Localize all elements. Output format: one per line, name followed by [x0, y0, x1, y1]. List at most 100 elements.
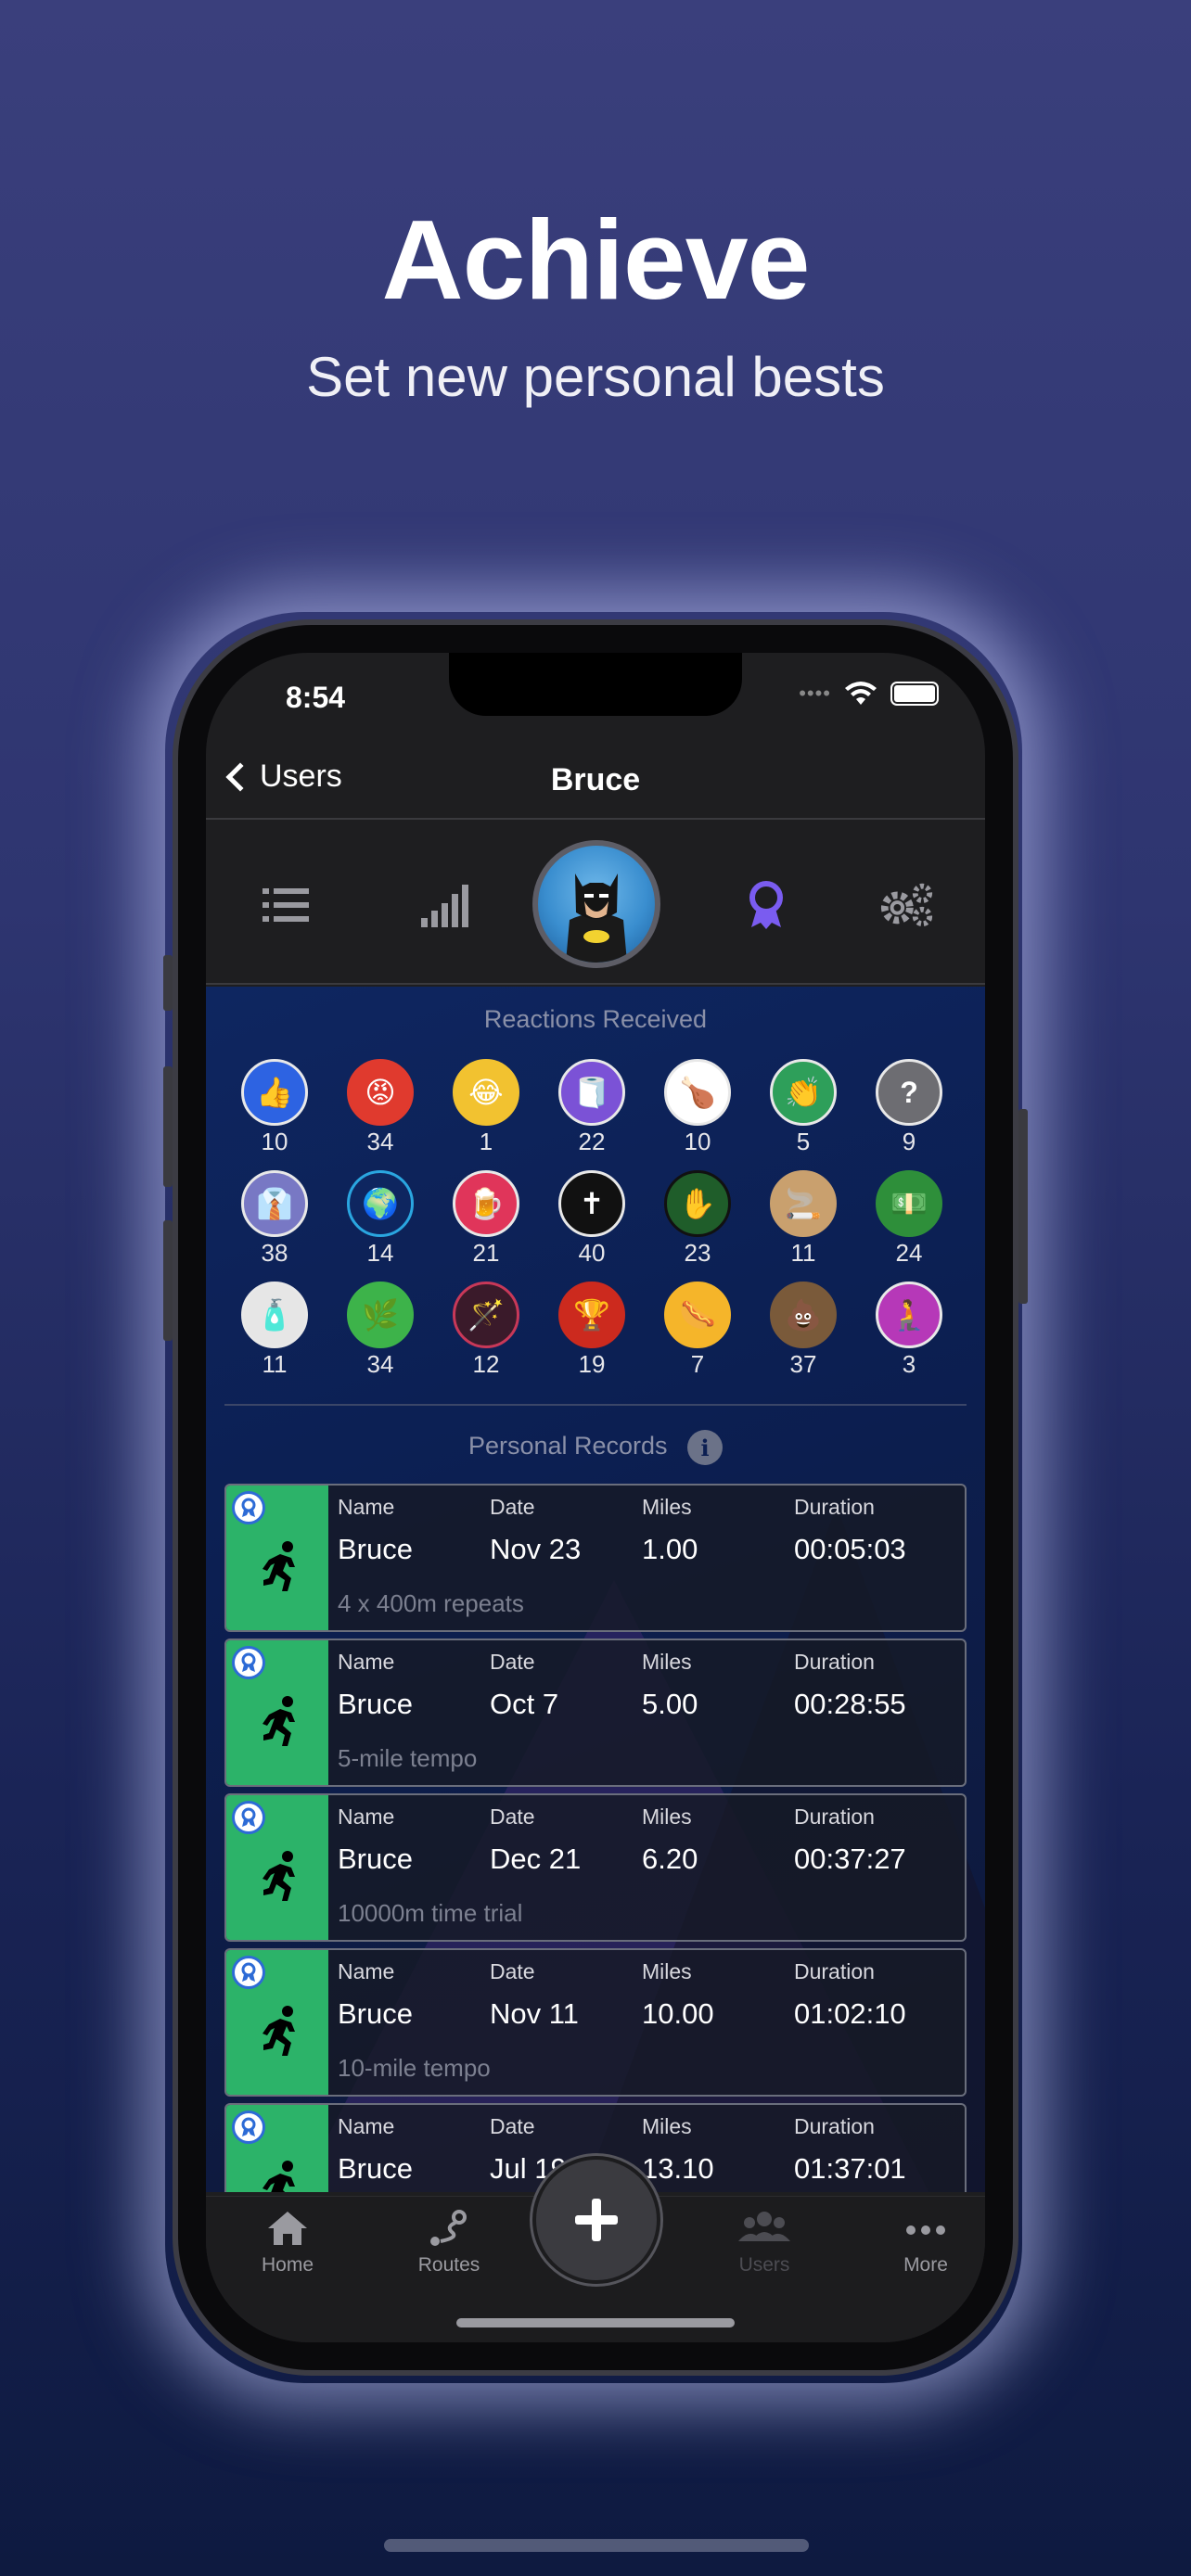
reaction-cannabis[interactable]: 🌿 34: [345, 1282, 416, 1379]
signal-bars-icon[interactable]: [419, 879, 475, 931]
reaction-person-tie[interactable]: 👔 38: [239, 1170, 310, 1268]
record-card[interactable]: Name Bruce Date Nov 23 Miles 1.00 Duration 0…: [224, 1484, 967, 1632]
name-label: Name: [338, 1804, 395, 1829]
activity-strip: [226, 2105, 328, 2192]
record-description: 10-mile tempo: [338, 2054, 491, 2082]
running-icon: [263, 2006, 295, 2056]
record-card[interactable]: Name Bruce Date Nov 11 Miles 10.00 Duration…: [224, 1948, 967, 2097]
status-icons: ••••: [799, 681, 939, 707]
reaction-count: 10: [684, 1128, 711, 1155]
reaction-clap[interactable]: 👏 5: [768, 1059, 839, 1156]
date-label: Date: [490, 1959, 535, 1983]
reaction-cigarette[interactable]: 🚬 11: [768, 1170, 839, 1268]
name-label: Name: [338, 2114, 395, 2138]
reaction-count: 5: [796, 1128, 811, 1155]
reaction-bible[interactable]: ✝ 40: [557, 1170, 627, 1268]
navigation-bar: Users Bruce: [206, 746, 985, 820]
name-label: Name: [338, 1650, 395, 1674]
wifi-icon: [845, 682, 877, 705]
reaction-count: 7: [690, 1350, 705, 1378]
tab-home-label: Home: [261, 2254, 314, 2276]
reaction-magic-wand[interactable]: 🪄 12: [451, 1282, 521, 1379]
reaction-money[interactable]: 💵 24: [874, 1170, 944, 1268]
miles-label: Miles: [642, 1650, 692, 1674]
pr-badge-icon: [232, 1646, 265, 1679]
kneeling-person-icon: 🧎: [876, 1282, 942, 1348]
phone-screen: 8:54 •••• Users Bruce Reactions Received…: [206, 653, 985, 2342]
hero-subtitle: Set new personal bests: [306, 346, 885, 408]
award-ribbon-icon[interactable]: [738, 879, 794, 931]
drumstick-icon: 🍗: [664, 1059, 731, 1126]
reaction-poop[interactable]: 💩 37: [768, 1282, 839, 1379]
spray-can-icon: 🧴: [241, 1282, 308, 1348]
beer-mug-icon: 🍺: [453, 1170, 519, 1237]
duration-value: 00:37:27: [794, 1843, 906, 1875]
name-label: Name: [338, 1959, 395, 1983]
list-icon[interactable]: [258, 879, 314, 931]
reaction-count: 11: [262, 1350, 288, 1378]
users-group-icon: [738, 2212, 790, 2241]
reaction-laughing[interactable]: 😂 1: [451, 1059, 521, 1156]
record-card[interactable]: Name Bruce Date Dec 21 Miles 6.20 Duration 0…: [224, 1793, 967, 1942]
reaction-hot-dog[interactable]: 🌭 7: [662, 1282, 733, 1379]
tab-users-label: Users: [738, 2254, 790, 2276]
record-card[interactable]: Name Bruce Date Oct 7 Miles 5.00 Duration 00…: [224, 1639, 967, 1787]
miles-value: 1.00: [642, 1533, 698, 1565]
route-icon: [430, 2210, 467, 2246]
reaction-globe[interactable]: 🌍 14: [345, 1170, 416, 1268]
info-icon[interactable]: i: [687, 1430, 724, 1465]
reaction-angry[interactable]: 😡 34: [345, 1059, 416, 1156]
tab-routes[interactable]: Routes: [393, 2210, 505, 2276]
signal-dots-icon: ••••: [799, 682, 831, 705]
reaction-count: 21: [472, 1239, 500, 1267]
tab-home[interactable]: Home: [232, 2210, 343, 2276]
pr-badge-icon: [232, 1956, 265, 1989]
reaction-trophy[interactable]: 🏆 19: [557, 1282, 627, 1379]
tab-more-label: More: [903, 2254, 948, 2276]
personal-records-title: Personal Records: [467, 1432, 668, 1460]
reaction-spray-can[interactable]: 🧴 11: [239, 1282, 310, 1379]
miles-value: 13.10: [642, 2152, 714, 2185]
reaction-thumbs-up[interactable]: 👍 10: [239, 1059, 310, 1156]
status-time: 8:54: [286, 681, 346, 714]
volume-down-button: [163, 1220, 173, 1341]
profile-content: Reactions Received 👍 10 😡 34 😂 1 🧻 22 🍗 …: [206, 987, 985, 2192]
duration-value: 01:37:01: [794, 2152, 906, 2185]
tab-users[interactable]: Users: [709, 2210, 820, 2276]
reaction-germ-hand[interactable]: ✋ 23: [662, 1170, 733, 1268]
reaction-count: 19: [578, 1350, 606, 1378]
activity-strip: [226, 1640, 328, 1785]
add-activity-button[interactable]: [532, 2156, 660, 2284]
reaction-count: 34: [366, 1128, 394, 1155]
angry-face-icon: 😡: [347, 1059, 414, 1126]
hero-title: Achieve: [381, 197, 811, 323]
record-description: 4 x 400m repeats: [338, 1589, 524, 1617]
name-label: Name: [338, 1495, 395, 1519]
reaction-count: 12: [472, 1350, 500, 1378]
date-value: Nov 23: [490, 1533, 582, 1565]
pr-badge-icon: [232, 1801, 265, 1834]
reaction-beer[interactable]: 🍺 21: [451, 1170, 521, 1268]
reaction-question[interactable]: ? 9: [874, 1059, 944, 1156]
reaction-count: 1: [479, 1128, 493, 1155]
name-value: Bruce: [338, 1688, 413, 1720]
reaction-count: 22: [578, 1128, 606, 1155]
name-value: Bruce: [338, 2152, 413, 2185]
duration-label: Duration: [794, 1959, 875, 1983]
avatar[interactable]: [532, 840, 660, 968]
date-value: Nov 11: [490, 1997, 579, 2030]
reaction-toilet-paper[interactable]: 🧻 22: [557, 1059, 627, 1156]
date-label: Date: [490, 1650, 535, 1674]
duration-label: Duration: [794, 2114, 875, 2138]
miles-value: 5.00: [642, 1688, 698, 1720]
tab-more[interactable]: More: [870, 2210, 981, 2276]
gears-icon[interactable]: [879, 879, 935, 931]
reaction-kneeling[interactable]: 🧎 3: [874, 1282, 944, 1379]
reaction-count: 11: [790, 1239, 816, 1267]
home-indicator[interactable]: [456, 2318, 735, 2327]
reaction-drumstick[interactable]: 🍗 10: [662, 1059, 733, 1156]
nav-title: Bruce: [550, 762, 641, 797]
date-value: Dec 21: [490, 1843, 582, 1875]
duration-label: Duration: [794, 1495, 875, 1519]
duration-label: Duration: [794, 1650, 875, 1674]
